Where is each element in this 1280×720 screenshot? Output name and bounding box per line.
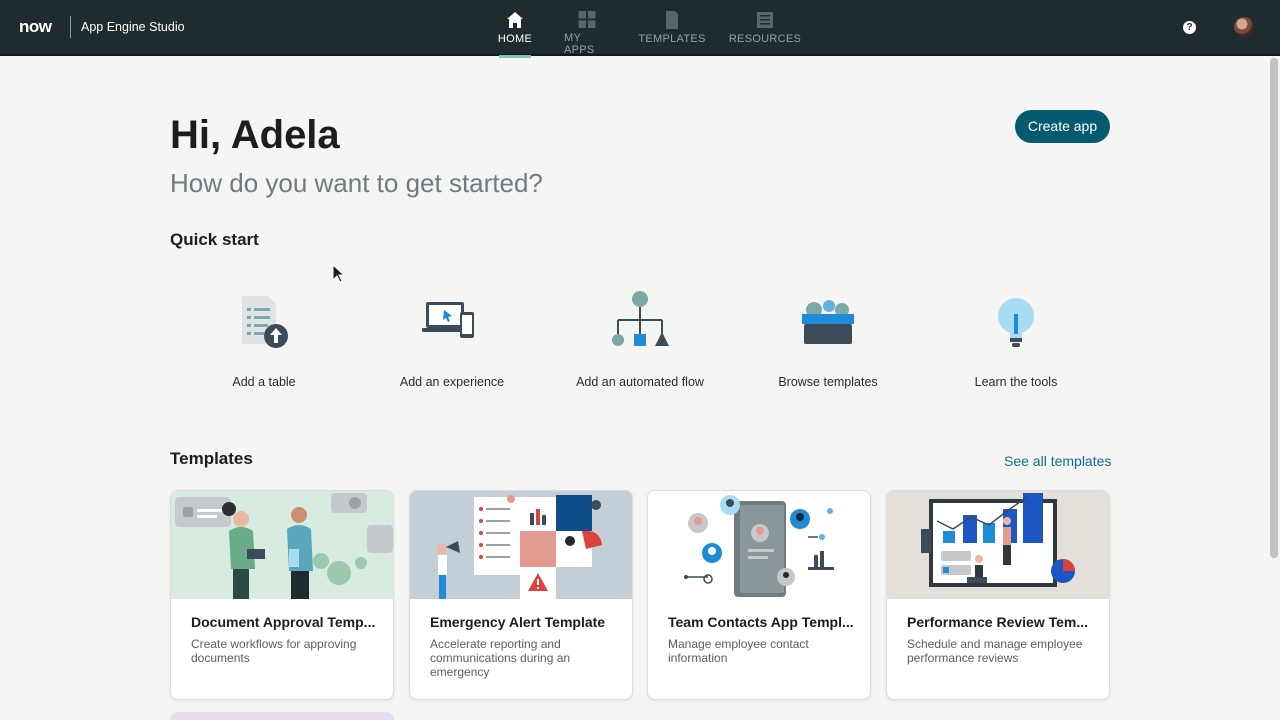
template-card-description: Accelerate reporting and communications … bbox=[430, 637, 571, 679]
quick-start-label: Learn the tools bbox=[974, 375, 1058, 389]
document-approval-illustration bbox=[171, 491, 393, 599]
quick-start-add-table[interactable]: Add a table bbox=[174, 290, 354, 400]
help-icon[interactable]: ? bbox=[1183, 21, 1196, 34]
vertical-scrollbar[interactable] bbox=[1270, 58, 1278, 558]
quick-start-add-flow[interactable]: Add an automated flow bbox=[550, 290, 730, 400]
nav-my-apps-label: MY APPS bbox=[564, 32, 595, 56]
template-card-emergency-alert[interactable]: Emergency Alert Template Accelerate repo… bbox=[409, 490, 633, 700]
templates-heading: Templates bbox=[170, 449, 253, 468]
performance-review-illustration bbox=[887, 491, 1109, 599]
team-contacts-illustration bbox=[648, 491, 870, 599]
quick-start-label: Add a table bbox=[232, 375, 296, 389]
template-card-title: Document Approval Temp... bbox=[191, 614, 376, 630]
template-card-title: Performance Review Tem... bbox=[907, 614, 1089, 630]
quick-start-add-experience[interactable]: Add an experience bbox=[362, 290, 542, 400]
template-card-document-approval[interactable]: Document Approval Temp... Create workflo… bbox=[170, 490, 394, 700]
app-name: App Engine Studio bbox=[81, 20, 185, 34]
template-card-title: Emergency Alert Template bbox=[430, 614, 606, 630]
nav-home-label: HOME bbox=[497, 33, 533, 45]
template-card-team-contacts[interactable]: Team Contacts App Templ... Manage employ… bbox=[647, 490, 871, 700]
servicenow-logo[interactable]: now bbox=[19, 17, 52, 37]
quick-start-browse-templates[interactable]: Browse templates bbox=[738, 290, 918, 400]
home-icon bbox=[507, 12, 523, 28]
nav-resources-label: RESOURCES bbox=[728, 33, 802, 45]
template-card-title: Team Contacts App Templ... bbox=[668, 614, 854, 630]
mouse-cursor-icon bbox=[332, 264, 344, 283]
quick-start-label: Add an automated flow bbox=[576, 375, 704, 389]
quick-start-label: Browse templates bbox=[778, 375, 878, 389]
quick-start-label: Add an experience bbox=[399, 375, 505, 389]
page-greeting: Hi, Adela bbox=[170, 113, 340, 157]
template-card-description: Create workflows for approving documents bbox=[191, 637, 357, 665]
template-box-icon bbox=[802, 300, 854, 344]
lightbulb-icon bbox=[998, 298, 1034, 347]
book-icon bbox=[757, 12, 773, 28]
user-avatar[interactable] bbox=[1234, 17, 1254, 37]
nav-home[interactable]: HOME bbox=[497, 0, 533, 58]
quick-start-heading: Quick start bbox=[170, 230, 259, 249]
emergency-alert-illustration bbox=[410, 491, 632, 599]
create-app-button[interactable]: Create app bbox=[1015, 110, 1110, 143]
quick-start-learn-tools[interactable]: Learn the tools bbox=[926, 290, 1106, 400]
document-icon bbox=[666, 11, 678, 29]
flow-icon bbox=[612, 291, 669, 346]
page-subtitle: How do you want to get started? bbox=[170, 168, 543, 198]
top-navigation-bar: now App Engine Studio HOME MY APPS TEMPL… bbox=[0, 0, 1280, 58]
nav-templates[interactable]: TEMPLATES bbox=[638, 0, 705, 56]
see-all-templates-link[interactable]: See all templates bbox=[1004, 453, 1111, 469]
nav-templates-label: TEMPLATES bbox=[638, 33, 706, 45]
table-upload-icon bbox=[242, 296, 288, 348]
template-card-performance-review[interactable]: Performance Review Tem... Schedule and m… bbox=[886, 490, 1110, 700]
template-card-partial[interactable] bbox=[170, 712, 394, 720]
devices-icon bbox=[422, 302, 474, 338]
logo-divider bbox=[70, 16, 71, 38]
grid-icon bbox=[578, 11, 596, 28]
template-card-description: Manage employee contact information bbox=[668, 637, 809, 665]
nav-my-apps[interactable]: MY APPS bbox=[564, 0, 610, 56]
nav-resources[interactable]: RESOURCES bbox=[729, 0, 801, 56]
template-card-description: Schedule and manage employee performance… bbox=[907, 637, 1083, 665]
